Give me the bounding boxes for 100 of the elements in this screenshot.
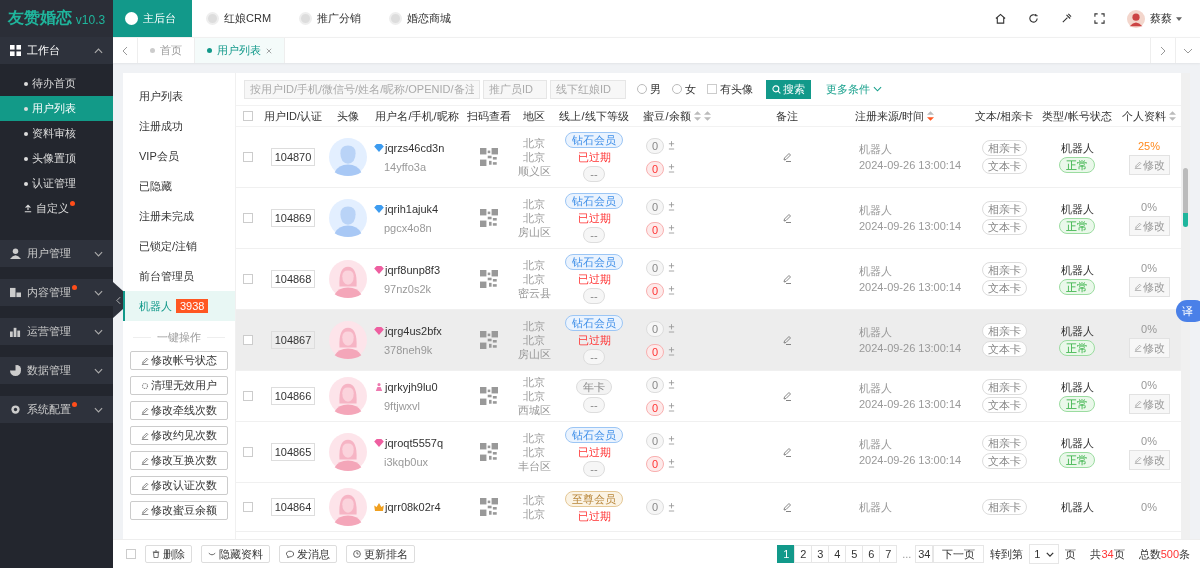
page-button[interactable]: 4 <box>828 545 847 563</box>
filter-menu-item[interactable]: 注册未完成 <box>123 201 235 231</box>
user-name[interactable]: jqroqt5557q <box>385 435 444 450</box>
close-icon[interactable] <box>266 47 272 54</box>
user-name[interactable]: jqrih1ajuk4 <box>385 201 439 216</box>
qr-code-icon[interactable] <box>480 331 498 349</box>
action-button[interactable]: 删除 <box>145 545 192 563</box>
edit-note-icon[interactable] <box>781 152 792 162</box>
page-button[interactable]: 7 <box>879 545 898 563</box>
plus-minus-icon[interactable] <box>668 436 676 446</box>
plus-minus-icon[interactable] <box>668 225 676 234</box>
sort-icon[interactable] <box>693 111 701 121</box>
table-row[interactable]: 104870 jqrzs46cd3n 14yffo3a 北京 北京 顺义区 钻石会员 已过期 -- 0 0 机器人 2024-09-26 13:00:14 相亲卡 文本卡 机器人 正常 25% 修改 <box>236 127 1181 188</box>
top-nav-tab[interactable]: 推广分销 <box>285 0 376 37</box>
plus-minus-icon[interactable] <box>668 202 676 211</box>
user-name[interactable]: jqrkyjh9lu0 <box>385 379 438 394</box>
edit-note-icon[interactable] <box>781 447 792 458</box>
qr-code-icon[interactable] <box>480 209 498 227</box>
page-button[interactable]: 3 <box>811 545 830 563</box>
filter-menu-item[interactable]: 注册成功 <box>123 111 235 141</box>
bulk-action-button[interactable]: 修改蜜豆余额 <box>130 501 228 520</box>
user-name[interactable]: jqrzs46cd3n <box>385 140 445 155</box>
card-tag[interactable]: 文本卡 <box>981 280 1027 296</box>
table-row[interactable]: 104869 jqrih1ajuk4 pgcx4o8n 北京 北京 房山区 钻石会员 已过期 -- 0 0 机器人 2024-09-26 13:00:14 相亲卡 文本卡 机器人 正常 0% 修改 <box>236 188 1181 249</box>
home-icon[interactable] <box>995 13 1006 24</box>
brush-icon[interactable] <box>1061 13 1072 24</box>
search-button[interactable]: 搜索 <box>766 79 811 99</box>
user-name[interactable]: jqrg4us2bfx <box>385 323 442 338</box>
caret-icon[interactable] <box>1176 16 1182 21</box>
plus-minus-icon[interactable] <box>668 141 676 150</box>
page-button[interactable]: 34 <box>915 545 934 563</box>
sidebar-item[interactable]: 认证管理 <box>0 171 113 196</box>
plus-minus-icon[interactable] <box>668 502 676 512</box>
card-tag[interactable]: 相亲卡 <box>981 323 1027 339</box>
gender-radio[interactable]: 男 <box>637 81 661 97</box>
bulk-action-button[interactable]: 修改牵线次数 <box>130 401 228 420</box>
plus-minus-icon[interactable] <box>668 459 676 469</box>
card-tag[interactable]: 文本卡 <box>981 219 1027 235</box>
row-checkbox[interactable] <box>243 213 253 223</box>
page-select[interactable]: 1 <box>1029 544 1060 564</box>
bulk-action-button[interactable]: 清理无效用户 <box>130 376 228 395</box>
plus-minus-icon[interactable] <box>668 347 676 356</box>
search-field[interactable]: 线下红娘ID <box>550 79 626 99</box>
table-row[interactable]: 104864 jqrr08k02r4 北京 北京 至尊会员 已过期 0 机器人 相亲卡 机器人 0% <box>236 483 1181 533</box>
user-avatar[interactable] <box>1127 9 1145 28</box>
row-checkbox[interactable] <box>243 335 253 345</box>
card-tag[interactable]: 相亲卡 <box>981 140 1027 156</box>
action-button[interactable]: 隐藏资料 <box>201 545 270 563</box>
sort-icon[interactable] <box>1169 111 1176 121</box>
select-all-checkbox[interactable] <box>243 111 253 121</box>
filter-menu-item[interactable]: VIP会员 <box>123 141 235 171</box>
edit-note-icon[interactable] <box>781 213 792 223</box>
card-tag[interactable]: 文本卡 <box>981 453 1027 470</box>
sidebar-group[interactable]: 用户管理 <box>0 240 113 267</box>
avatar-checkbox[interactable]: 有头像 <box>707 81 753 97</box>
qr-code-icon[interactable] <box>480 387 498 406</box>
sidebar-group[interactable]: 运营管理 <box>0 318 113 345</box>
card-tag[interactable]: 相亲卡 <box>981 379 1027 396</box>
plus-minus-icon[interactable] <box>668 403 676 413</box>
plus-minus-icon[interactable] <box>668 286 676 295</box>
table-row[interactable]: 104867 jqrg4us2bfx 378neh9k 北京 北京 房山区 钻石会员 已过期 -- 0 0 机器人 2024-09-26 13:00:14 相亲卡 文本卡 机器人 正常 0% 修改 <box>236 310 1181 371</box>
sort-icon[interactable] <box>927 111 935 121</box>
sidebar-item[interactable]: 资料审核 <box>0 121 113 146</box>
row-checkbox[interactable] <box>243 502 253 513</box>
translate-button[interactable]: 译 <box>1176 300 1200 322</box>
bulk-action-button[interactable]: 修改互换次数 <box>130 451 228 470</box>
page-tab[interactable]: 用户列表 <box>195 38 285 63</box>
bulk-action-button[interactable]: 修改帐号状态 <box>130 351 228 370</box>
user-name[interactable]: jqrr08k02r4 <box>385 500 441 515</box>
sidebar-group[interactable]: 数据管理 <box>0 357 113 384</box>
page-button[interactable]: 1 <box>777 545 796 563</box>
plus-minus-icon[interactable] <box>668 164 676 173</box>
bulk-action-button[interactable]: 修改约见次数 <box>130 426 228 445</box>
filter-menu-item[interactable]: 前台管理员 <box>123 261 235 291</box>
sidebar-item[interactable]: 待办首页 <box>0 71 113 96</box>
user-name[interactable]: jqrf8unp8f3 <box>385 262 441 277</box>
qr-code-icon[interactable] <box>480 270 498 288</box>
card-tag[interactable]: 文本卡 <box>981 341 1027 357</box>
card-tag[interactable]: 相亲卡 <box>981 499 1027 516</box>
sidebar-item[interactable]: 用户列表 <box>0 96 113 121</box>
row-checkbox[interactable] <box>243 274 253 284</box>
fullscreen-icon[interactable] <box>1094 13 1105 24</box>
top-nav-tab[interactable]: 婚恋商城 <box>375 0 466 37</box>
plus-minus-icon[interactable] <box>668 380 676 390</box>
row-checkbox[interactable] <box>243 447 253 458</box>
card-tag[interactable]: 文本卡 <box>981 397 1027 414</box>
plus-minus-icon[interactable] <box>668 324 676 333</box>
qr-code-icon[interactable] <box>480 443 498 462</box>
sidebar-item[interactable]: 自定义 <box>0 196 113 221</box>
refresh-icon[interactable] <box>1028 13 1039 24</box>
sort-icon[interactable] <box>703 111 711 121</box>
qr-code-icon[interactable] <box>480 148 498 166</box>
row-checkbox[interactable] <box>243 391 253 402</box>
sidebar-group[interactable]: 系统配置 <box>0 396 113 423</box>
action-button[interactable]: 更新排名 <box>346 545 415 563</box>
page-button[interactable]: 6 <box>862 545 881 563</box>
table-row[interactable]: 104865 jqroqt5557q i3kqb0ux 北京 北京 丰台区 钻石会员 已过期 -- 0 0 机器人 2024-09-26 13:00:14 相亲卡 文本卡 机器人 正常 0% 修改 <box>236 422 1181 484</box>
select-all-checkbox[interactable] <box>126 549 136 559</box>
bulk-action-button[interactable]: 修改认证次数 <box>130 476 228 495</box>
action-button[interactable]: 发消息 <box>279 545 337 563</box>
